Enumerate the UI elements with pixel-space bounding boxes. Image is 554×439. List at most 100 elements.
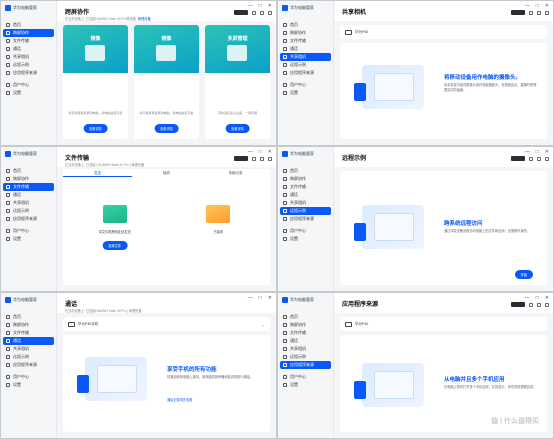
screenshot-icon[interactable] bbox=[529, 10, 533, 15]
sidebar-item-multi-screen[interactable]: 跨屏协作 bbox=[278, 175, 333, 183]
sidebar-item-apps[interactable]: 应用程序来源 bbox=[1, 69, 56, 77]
sidebar-item-file-transfer[interactable]: 文件传输 bbox=[3, 183, 54, 191]
sidebar-item-camera[interactable]: 共享相机 bbox=[278, 199, 333, 207]
sidebar-item-remote[interactable]: 远程示例 bbox=[280, 207, 331, 215]
phone-small-icon[interactable] bbox=[260, 10, 264, 15]
sidebar-item-remote[interactable]: 远程示例 bbox=[1, 207, 56, 215]
view-details-button[interactable]: 查看详情 bbox=[154, 124, 179, 133]
sidebar-item-remote[interactable]: 远程示例 bbox=[1, 61, 56, 69]
sidebar-item-remote[interactable]: 远程示例 bbox=[278, 61, 333, 69]
sidebar-item-remote[interactable]: 远程示例 bbox=[278, 353, 333, 361]
tab-send[interactable]: 发送 bbox=[63, 169, 132, 177]
sidebar-item-settings[interactable]: 设置 bbox=[278, 89, 333, 97]
tablet-icon[interactable] bbox=[545, 156, 549, 161]
sidebar-item-multi-screen[interactable]: 跨屏协作 bbox=[1, 175, 56, 183]
minimize-button[interactable]: — bbox=[525, 295, 530, 301]
sidebar-item-user[interactable]: 用户中心 bbox=[278, 227, 333, 235]
close-button[interactable]: ✕ bbox=[268, 149, 272, 155]
device-selector[interactable]: 华为P40 bbox=[340, 25, 547, 39]
sidebar-item-multi-screen[interactable]: 跨屏协作 bbox=[278, 321, 333, 329]
tablet-icon[interactable] bbox=[545, 302, 549, 307]
device-toggle[interactable] bbox=[511, 302, 525, 307]
view-details-button[interactable]: 查看详情 bbox=[83, 124, 108, 133]
sidebar-item-user[interactable]: 用户中心 bbox=[278, 373, 333, 381]
screenshot-icon[interactable] bbox=[252, 10, 256, 15]
sidebar-item-settings[interactable]: 设置 bbox=[278, 235, 333, 243]
sidebar-item-user[interactable]: 用户中心 bbox=[1, 227, 56, 235]
maximize-button[interactable]: □ bbox=[536, 149, 539, 155]
minimize-button[interactable]: — bbox=[248, 149, 253, 155]
sidebar-item-apps[interactable]: 应用程序来源 bbox=[278, 69, 333, 77]
close-button[interactable]: ✕ bbox=[545, 3, 549, 9]
sidebar-item-apps[interactable]: 应用程序来源 bbox=[280, 361, 331, 369]
close-button[interactable]: ✕ bbox=[268, 295, 272, 301]
sidebar-item-file-transfer[interactable]: 文件传输 bbox=[278, 37, 333, 45]
close-button[interactable]: ✕ bbox=[268, 3, 272, 9]
sidebar-item-camera[interactable]: 共享相机 bbox=[1, 199, 56, 207]
device-toggle[interactable] bbox=[511, 10, 525, 15]
device-toggle[interactable] bbox=[234, 156, 248, 161]
maximize-button[interactable]: □ bbox=[536, 3, 539, 9]
sidebar-item-user[interactable]: 用户中心 bbox=[1, 373, 56, 381]
sidebar-item-apps[interactable]: 应用程序来源 bbox=[278, 215, 333, 223]
phone-small-icon[interactable] bbox=[260, 156, 264, 161]
sidebar-item-file-transfer[interactable]: 文件传输 bbox=[278, 329, 333, 337]
sidebar-item-call[interactable]: 通话 bbox=[1, 191, 56, 199]
maximize-button[interactable]: □ bbox=[536, 295, 539, 301]
minimize-button[interactable]: — bbox=[248, 3, 253, 9]
tab-receive[interactable]: 接收 bbox=[132, 169, 201, 177]
tablet-icon[interactable] bbox=[268, 156, 272, 161]
tablet-icon[interactable] bbox=[545, 10, 549, 15]
sidebar-item-call[interactable]: 通话 bbox=[278, 191, 333, 199]
minimize-button[interactable]: — bbox=[248, 295, 253, 301]
sidebar-item-settings[interactable]: 设置 bbox=[1, 89, 56, 97]
maximize-button[interactable]: □ bbox=[259, 295, 262, 301]
sidebar-item-multi-screen[interactable]: 跨屏协作 bbox=[278, 29, 333, 37]
sidebar-item-call[interactable]: 通话 bbox=[278, 45, 333, 53]
sidebar-item-camera[interactable]: 共享相机 bbox=[1, 345, 56, 353]
tab-history[interactable]: 传输记录 bbox=[201, 169, 270, 177]
sidebar-item-remote[interactable]: 远程示例 bbox=[1, 353, 56, 361]
sidebar-item-home[interactable]: 首页 bbox=[278, 21, 333, 29]
sidebar-item-call[interactable]: 通话 bbox=[278, 337, 333, 345]
close-button[interactable]: ✕ bbox=[545, 149, 549, 155]
view-details-button[interactable]: 查看详情 bbox=[225, 124, 250, 133]
minimize-button[interactable]: — bbox=[525, 149, 530, 155]
sidebar-item-home[interactable]: 首页 bbox=[278, 167, 333, 175]
sidebar-item-call[interactable]: 通话 bbox=[3, 337, 54, 345]
send-zone[interactable]: 将文件拖拽到此处发送 选择文件 bbox=[63, 177, 167, 285]
sidebar-item-camera[interactable]: 共享相机 bbox=[280, 53, 331, 61]
sidebar-item-home[interactable]: 首页 bbox=[1, 313, 56, 321]
sidebar-item-multi-screen[interactable]: 跨屏协作 bbox=[1, 321, 56, 329]
phone-small-icon[interactable] bbox=[537, 302, 541, 307]
maximize-button[interactable]: □ bbox=[259, 3, 262, 9]
sidebar-item-settings[interactable]: 设置 bbox=[1, 381, 56, 389]
maximize-button[interactable]: □ bbox=[259, 149, 262, 155]
sidebar-item-file-transfer[interactable]: 文件传输 bbox=[1, 37, 56, 45]
device-toggle[interactable] bbox=[511, 156, 525, 161]
phone-small-icon[interactable] bbox=[537, 156, 541, 161]
device-selector[interactable]: 华为P40 bbox=[340, 317, 547, 331]
sidebar-item-multi-screen[interactable]: 跨屏协作 bbox=[3, 29, 54, 37]
screenshot-icon[interactable] bbox=[529, 302, 533, 307]
received-zone[interactable]: 已接收 bbox=[167, 177, 271, 285]
sidebar-item-camera[interactable]: 共享相机 bbox=[278, 345, 333, 353]
sidebar-item-file-transfer[interactable]: 文件传输 bbox=[1, 329, 56, 337]
screenshot-icon[interactable] bbox=[529, 156, 533, 161]
select-file-button[interactable]: 选择文件 bbox=[102, 241, 128, 250]
sidebar-item-settings[interactable]: 设置 bbox=[278, 381, 333, 389]
sidebar-item-camera[interactable]: 共享相机 bbox=[1, 53, 56, 61]
sidebar-item-settings[interactable]: 设置 bbox=[1, 235, 56, 243]
sidebar-item-home[interactable]: 首页 bbox=[1, 167, 56, 175]
sidebar-item-home[interactable]: 首页 bbox=[1, 21, 56, 29]
sidebar-item-user[interactable]: 用户中心 bbox=[278, 81, 333, 89]
start-button[interactable]: 开始 bbox=[514, 270, 533, 279]
device-selector[interactable]: 华为P40手机 ⌄ bbox=[63, 317, 270, 331]
sidebar-item-call[interactable]: 通话 bbox=[1, 45, 56, 53]
device-toggle[interactable] bbox=[234, 10, 248, 15]
minimize-button[interactable]: — bbox=[525, 3, 530, 9]
tablet-icon[interactable] bbox=[268, 10, 272, 15]
sidebar-item-apps[interactable]: 应用程序来源 bbox=[1, 361, 56, 369]
sidebar-item-file-transfer[interactable]: 文件传输 bbox=[278, 183, 333, 191]
close-button[interactable]: ✕ bbox=[545, 295, 549, 301]
